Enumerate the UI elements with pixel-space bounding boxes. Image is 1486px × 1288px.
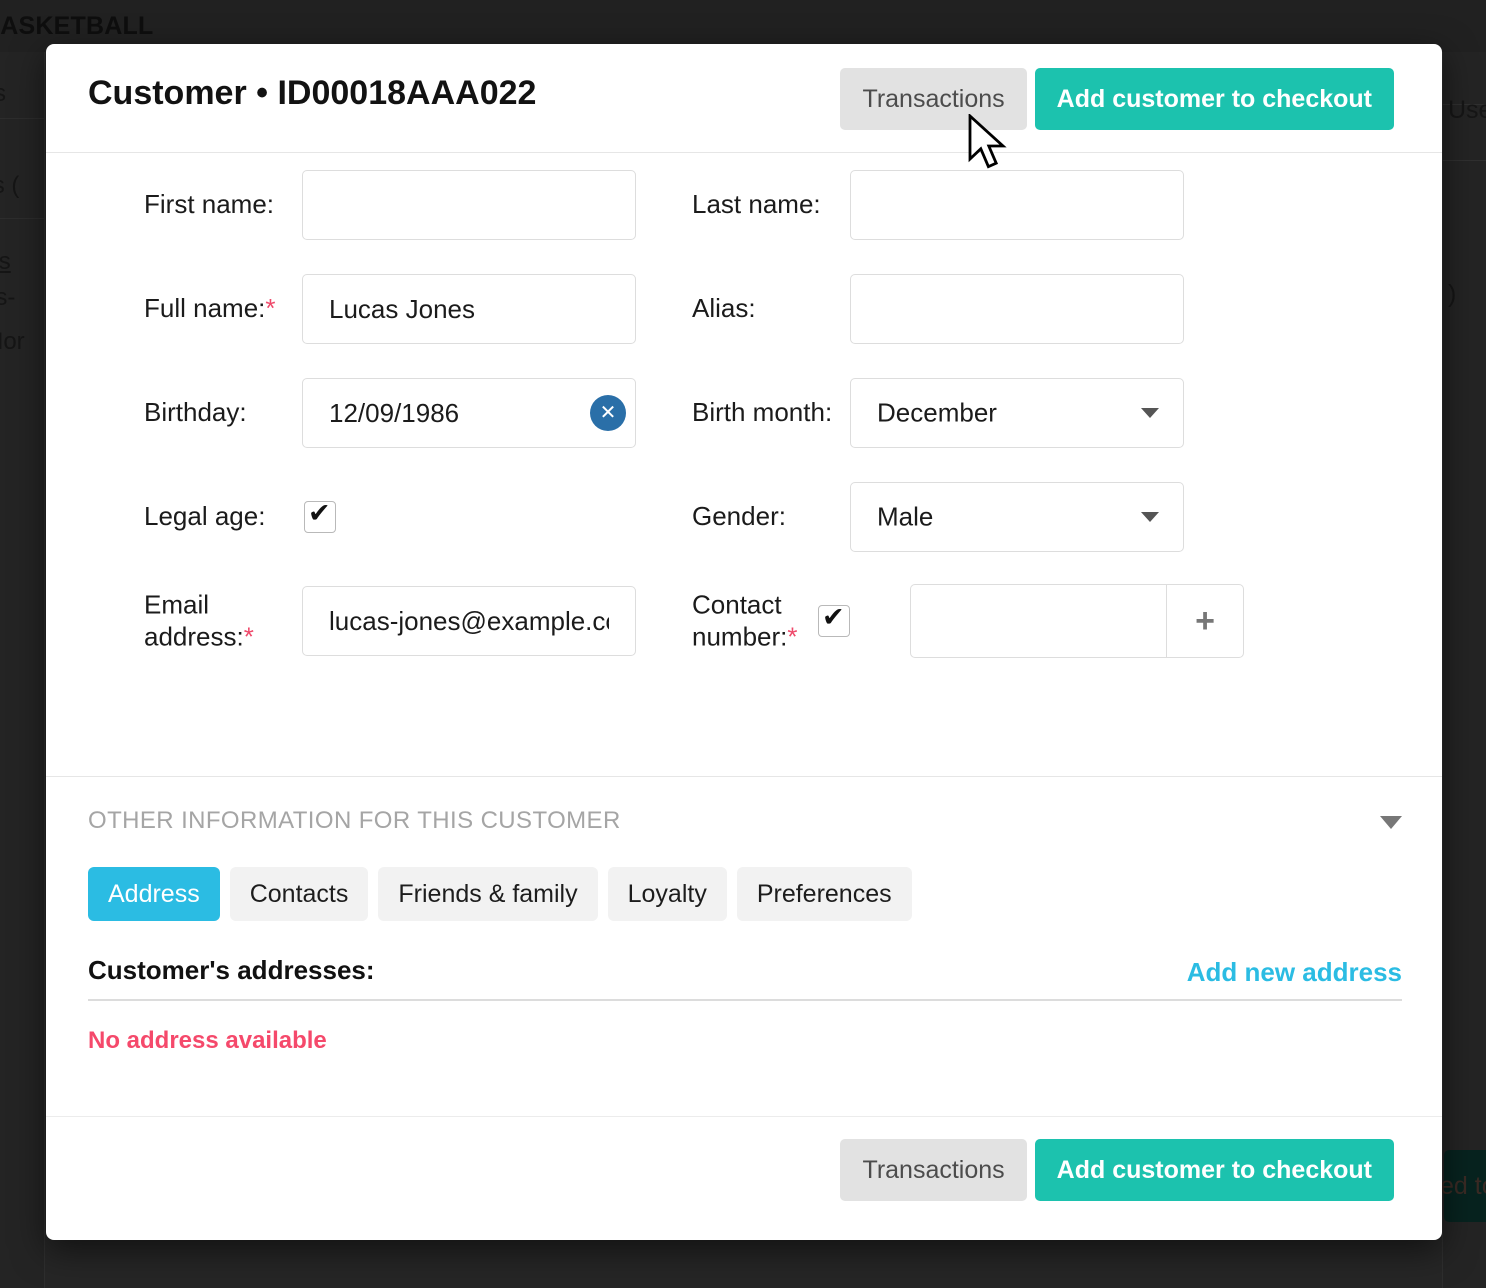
contact-number-group: + xyxy=(910,584,1244,658)
field-full-name: Full name:* xyxy=(98,257,698,361)
tab-preferences[interactable]: Preferences xyxy=(736,867,912,921)
last-name-input[interactable] xyxy=(850,170,1184,240)
label-text: Full name: xyxy=(144,293,266,324)
tab-loyalty[interactable]: Loyalty xyxy=(607,867,727,921)
required-asterisk: * xyxy=(265,293,276,324)
page-title: Customer • ID00018AAA022 xyxy=(88,74,537,112)
other-information-tabs: Address Contacts Friends & family Loyalt… xyxy=(88,867,912,921)
field-first-name: First name: xyxy=(98,153,698,257)
form-column-right: Last name: Alias: Birth month: December … xyxy=(646,153,1246,673)
field-label-last-name: Last name: xyxy=(692,189,821,220)
transactions-button-footer[interactable]: Transactions xyxy=(840,1139,1027,1201)
chevron-down-icon xyxy=(1141,512,1159,522)
birth-month-select[interactable]: December xyxy=(850,378,1184,448)
tab-friends-family[interactable]: Friends & family xyxy=(378,867,598,921)
add-customer-to-checkout-button-footer[interactable]: Add customer to checkout xyxy=(1034,1139,1394,1201)
gender-value: Male xyxy=(877,501,934,532)
other-information-section: OTHER INFORMATION FOR THIS CUSTOMER Addr… xyxy=(46,777,1442,1117)
field-birth-month: Birth month: December xyxy=(646,361,1246,465)
field-label-alias: Alias: xyxy=(692,293,756,324)
field-label-email-address: Email address:* xyxy=(144,589,296,652)
label-text: Contact number: xyxy=(692,589,788,651)
tab-contacts[interactable]: Contacts xyxy=(229,867,369,921)
no-address-message: No address available xyxy=(88,1027,327,1054)
tab-address[interactable]: Address xyxy=(88,867,220,921)
background-text-fragment: ed to xyxy=(1440,1172,1486,1200)
full-name-input[interactable] xyxy=(302,274,636,344)
field-legal-age: Legal age: xyxy=(98,465,698,569)
required-asterisk: * xyxy=(787,621,798,651)
footer-actions: Transactions Add customer to checkout xyxy=(840,1139,1394,1201)
field-label-full-name: Full name:* xyxy=(144,293,296,325)
plus-icon[interactable]: + xyxy=(1166,584,1244,658)
legal-age-checkbox[interactable] xyxy=(304,497,336,533)
background-topbar-title: BASKETBALL xyxy=(0,12,154,40)
field-label-legal-age: Legal age: xyxy=(144,501,266,532)
gender-select[interactable]: Male xyxy=(850,482,1184,552)
background-right-panel xyxy=(1442,52,1486,1288)
modal-header: Customer • ID00018AAA022 Transactions Ad… xyxy=(46,44,1442,153)
field-gender: Gender: Male xyxy=(646,465,1246,569)
background-divider xyxy=(0,218,44,219)
contact-number-input[interactable] xyxy=(910,584,1166,658)
alias-input[interactable] xyxy=(850,274,1184,344)
field-label-gender: Gender: xyxy=(692,501,786,532)
addresses-heading: Customer's addresses: xyxy=(88,955,375,985)
required-asterisk: * xyxy=(243,621,254,651)
birth-month-value: December xyxy=(877,397,997,428)
contact-number-checkbox[interactable] xyxy=(818,601,850,637)
other-information-title: OTHER INFORMATION FOR THIS CUSTOMER xyxy=(88,807,621,834)
background-text-fragment: Use xyxy=(1448,96,1486,124)
background-left-panel xyxy=(0,52,45,1288)
background-text-fragment: ons ( xyxy=(0,172,20,199)
field-last-name: Last name: xyxy=(646,153,1246,257)
customer-form: First name: Full name:* Birthday: ✕ Lega… xyxy=(46,153,1442,777)
background-text-fragment: cas- xyxy=(0,284,16,311)
email-input[interactable] xyxy=(302,586,636,656)
field-email-address: Email address:* xyxy=(98,569,698,673)
background-cell xyxy=(0,66,44,119)
field-alias: Alias: xyxy=(646,257,1246,361)
background-divider xyxy=(0,118,44,119)
field-label-birth-month: Birth month: xyxy=(692,397,833,428)
first-name-input[interactable] xyxy=(302,170,636,240)
background-text-fragment: nes xyxy=(0,248,11,275)
chevron-down-icon[interactable] xyxy=(1380,816,1402,829)
form-column-left: First name: Full name:* Birthday: ✕ Lega… xyxy=(98,153,698,673)
divider xyxy=(88,999,1402,1001)
header-actions: Transactions Add customer to checkout xyxy=(840,68,1394,130)
background-text-fragment: Nor xyxy=(0,328,25,355)
label-text: Email address: xyxy=(144,589,244,651)
field-birthday: Birthday: ✕ xyxy=(98,361,698,465)
add-customer-to-checkout-button-header[interactable]: Add customer to checkout xyxy=(1034,68,1394,130)
add-new-address-link[interactable]: Add new address xyxy=(1187,957,1402,988)
field-contact-number: Contact number:* + xyxy=(646,569,1246,673)
close-circle-icon[interactable]: ✕ xyxy=(590,395,626,431)
background-text-fragment: s xyxy=(0,80,6,107)
field-label-first-name: First name: xyxy=(144,189,275,220)
birthday-input[interactable] xyxy=(302,378,636,448)
modal-footer: Transactions Add customer to checkout xyxy=(46,1117,1442,1239)
customer-modal: Customer • ID00018AAA022 Transactions Ad… xyxy=(46,44,1442,1240)
transactions-button-header[interactable]: Transactions xyxy=(840,68,1027,130)
chevron-down-icon xyxy=(1141,408,1159,418)
field-label-birthday: Birthday: xyxy=(144,397,247,428)
background-text-fragment: ) xyxy=(1448,280,1457,308)
background-divider xyxy=(1442,160,1486,161)
